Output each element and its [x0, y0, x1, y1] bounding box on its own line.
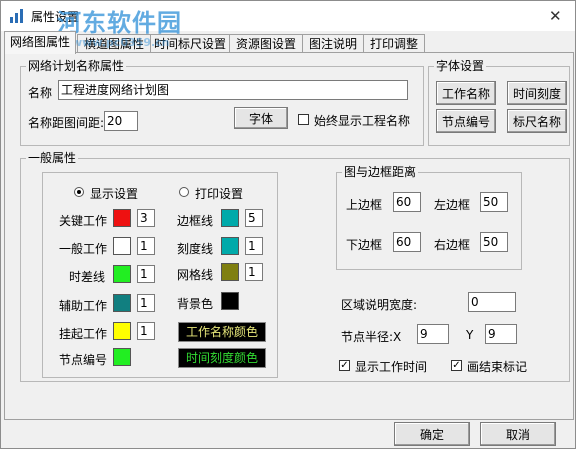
tab-legend[interactable]: 图注说明	[302, 34, 364, 53]
region-width-label: 区域说明宽度:	[341, 298, 418, 312]
border-line-width[interactable]: 5	[245, 209, 263, 227]
critical-work-color[interactable]	[113, 209, 131, 227]
grid-line-width[interactable]: 1	[245, 263, 263, 281]
tab-resource[interactable]: 资源图设置	[229, 34, 303, 53]
display-settings-radio[interactable]	[74, 187, 84, 197]
font-button[interactable]: 字体	[234, 107, 288, 129]
background-color-label: 背景色	[177, 297, 214, 311]
normal-work-width[interactable]: 1	[137, 237, 155, 255]
always-show-name-checkbox[interactable]	[298, 114, 309, 125]
general-group-label: 一般属性	[26, 151, 79, 165]
suspended-work-color[interactable]	[113, 322, 131, 340]
font-settings-group	[428, 66, 570, 146]
watermark-url: www.pc0359.cn	[72, 36, 170, 49]
normal-work-label: 一般工作	[59, 242, 108, 256]
margins-group-label: 图与边框距离	[342, 165, 419, 179]
time-scale-font-button[interactable]: 时间刻度	[507, 81, 567, 105]
right-margin-label: 右边框	[434, 238, 471, 252]
draw-end-mark-checkbox[interactable]: ✓	[451, 360, 462, 371]
work-name-font-button[interactable]: 工作名称	[436, 81, 496, 105]
critical-work-width[interactable]: 3	[137, 209, 155, 227]
bottom-margin-input[interactable]: 60	[393, 232, 421, 252]
title-bar: 属性设置 河东软件园 ✕	[1, 1, 575, 37]
float-line-color[interactable]	[113, 265, 131, 283]
always-show-name-label: 始终显示工程名称	[314, 114, 411, 128]
net-name-group	[20, 66, 424, 146]
node-radius-y-label: Y	[466, 328, 474, 342]
draw-end-mark-label: 画结束标记	[467, 360, 528, 374]
suspended-work-width[interactable]: 1	[137, 322, 155, 340]
tab-network-diagram[interactable]: 网络图属性	[4, 31, 76, 54]
show-work-time-label: 显示工作时间	[355, 360, 428, 374]
cancel-button[interactable]: 取消	[480, 422, 556, 446]
grid-line-color[interactable]	[221, 263, 239, 281]
app-icon	[10, 9, 23, 23]
float-line-label: 时差线	[69, 270, 106, 284]
normal-work-color[interactable]	[113, 237, 131, 255]
critical-work-label: 关键工作	[59, 214, 108, 228]
node-radius-label: 节点半径:X	[341, 330, 402, 344]
tab-print[interactable]: 打印调整	[363, 34, 425, 53]
display-settings-label: 显示设置	[90, 187, 139, 201]
node-radius-x-input[interactable]: 9	[417, 324, 449, 344]
scale-line-label: 刻度线	[177, 242, 214, 256]
grid-line-label: 网格线	[177, 268, 214, 282]
print-settings-label: 打印设置	[195, 187, 244, 201]
name-distance-input[interactable]: 20	[104, 111, 138, 131]
margins-group	[336, 172, 522, 270]
node-number-label: 节点编号	[59, 353, 108, 367]
print-settings-radio[interactable]	[179, 187, 189, 197]
show-work-time-checkbox[interactable]: ✓	[339, 360, 350, 371]
float-line-width[interactable]: 1	[137, 265, 155, 283]
scale-line-color[interactable]	[221, 237, 239, 255]
left-margin-label: 左边框	[434, 198, 471, 212]
region-width-input[interactable]: 0	[468, 292, 516, 312]
suspended-work-label: 挂起工作	[59, 327, 108, 341]
auxiliary-work-color[interactable]	[113, 294, 131, 312]
name-input[interactable]: 工程进度网络计划图	[58, 80, 408, 100]
top-margin-label: 上边框	[346, 198, 383, 212]
scale-line-width[interactable]: 1	[245, 237, 263, 255]
name-label: 名称	[28, 86, 53, 100]
net-name-group-label: 网络计划名称属性	[26, 59, 127, 73]
node-number-font-button[interactable]: 节点编号	[436, 109, 496, 133]
border-line-color[interactable]	[221, 209, 239, 227]
top-margin-input[interactable]: 60	[393, 192, 421, 212]
time-scale-color-button[interactable]: 时间刻度颜色	[178, 348, 266, 368]
auxiliary-work-label: 辅助工作	[59, 299, 108, 313]
work-name-color-button[interactable]: 工作名称颜色	[178, 322, 266, 342]
auxiliary-work-width[interactable]: 1	[137, 294, 155, 312]
node-number-color[interactable]	[113, 348, 131, 366]
bottom-margin-label: 下边框	[346, 238, 383, 252]
right-margin-input[interactable]: 50	[480, 232, 508, 252]
ok-button[interactable]: 确定	[394, 422, 470, 446]
ruler-name-font-button[interactable]: 标尺名称	[507, 109, 567, 133]
close-icon[interactable]: ✕	[549, 7, 562, 25]
left-margin-input[interactable]: 50	[480, 192, 508, 212]
background-color-swatch[interactable]	[221, 292, 239, 310]
border-line-label: 边框线	[177, 214, 214, 228]
name-distance-label: 名称距图间距:	[28, 116, 105, 130]
font-settings-group-label: 字体设置	[434, 59, 487, 73]
node-radius-y-input[interactable]: 9	[485, 324, 517, 344]
